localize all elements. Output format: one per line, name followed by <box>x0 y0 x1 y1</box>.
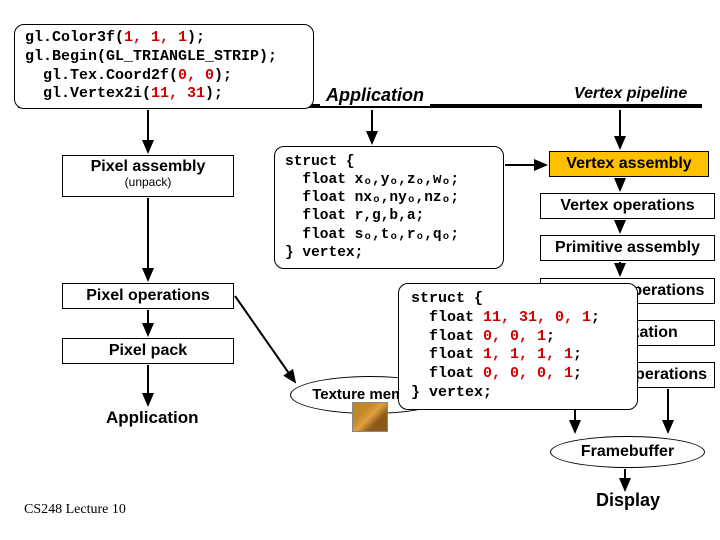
code-text: ; <box>591 309 600 326</box>
code-value: 0, 0, 1 <box>483 328 546 345</box>
code-value: 0, 0 <box>178 67 214 84</box>
code-text: ; <box>573 365 582 382</box>
vertex-pipeline-label: Vertex pipeline <box>568 85 693 103</box>
code-text: ); <box>187 29 205 46</box>
code-text: ); <box>214 67 232 84</box>
code-text: struct { <box>411 290 483 307</box>
code-text: ; <box>573 346 582 363</box>
code-text: float <box>411 346 483 363</box>
application-bottom-label: Application <box>106 408 199 428</box>
code-text: } vertex; <box>411 384 492 401</box>
code-text: float <box>411 328 483 345</box>
vertex-assembly-box: Vertex assembly <box>549 151 709 177</box>
code-value: 11, 31 <box>151 85 205 102</box>
framebuffer-oval: Framebuffer <box>550 436 705 468</box>
code-text: float <box>411 309 483 326</box>
code-text: gl.Vertex2i( <box>25 85 151 102</box>
box-label: Pixel assembly <box>91 158 206 175</box>
texture-thumbnail <box>352 402 388 432</box>
footer-text: CS248 Lecture 10 <box>24 502 126 518</box>
code-text: gl.Color3f( <box>25 29 124 46</box>
code-value: 1, 1, 1, 1 <box>483 346 573 363</box>
box-sublabel: (unpack) <box>63 176 233 189</box>
primitive-assembly-box: Primitive assembly <box>540 235 715 261</box>
vertex-struct-box: struct { float xₒ,yₒ,zₒ,wₒ; float nxₒ,ny… <box>274 146 504 269</box>
gl-code-box: gl.Color3f(1, 1, 1); gl.Begin(GL_TRIANGL… <box>14 24 314 109</box>
display-label: Display <box>596 490 660 511</box>
pixel-pack-box: Pixel pack <box>62 338 234 364</box>
vertex-values-box: struct { float 11, 31, 0, 1; float 0, 0,… <box>398 283 638 410</box>
pixel-assembly-box: Pixel assembly (unpack) <box>62 155 234 197</box>
code-text: ); <box>205 85 223 102</box>
code-value: 11, 31, 0, 1 <box>483 309 591 326</box>
pixel-operations-box: Pixel operations <box>62 283 234 309</box>
code-value: 1, 1, 1 <box>124 29 187 46</box>
code-text: gl.Begin(GL_TRIANGLE_STRIP); <box>25 48 277 65</box>
application-top-label: Application <box>320 85 430 106</box>
code-text: gl.Tex.Coord2f( <box>25 67 178 84</box>
code-text: float <box>411 365 483 382</box>
vertex-operations-box: Vertex operations <box>540 193 715 219</box>
code-text: ; <box>546 328 555 345</box>
code-value: 0, 0, 0, 1 <box>483 365 573 382</box>
